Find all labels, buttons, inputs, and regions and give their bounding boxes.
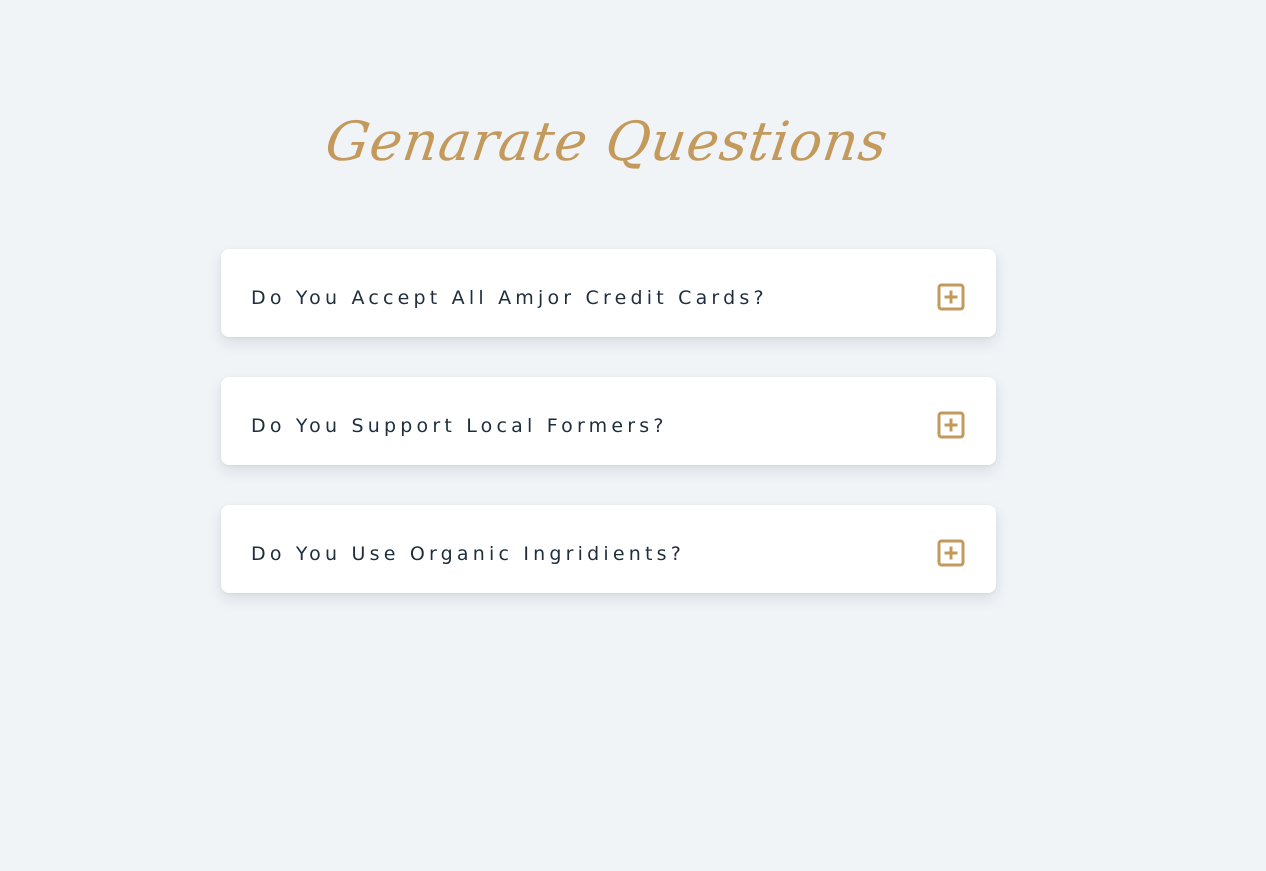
plus-square-icon[interactable] [937, 411, 965, 439]
faq-question: Do You Support Local Formers? [251, 415, 668, 437]
page-title: Genarate Questions [321, 110, 893, 173]
plus-square-icon[interactable] [937, 283, 965, 311]
plus-square-icon[interactable] [937, 539, 965, 567]
faq-question: Do You Accept All Amjor Credit Cards? [251, 287, 768, 309]
faq-item-organic-ingredients[interactable]: Do You Use Organic Ingridients? [221, 505, 996, 593]
faq-item-local-farmers[interactable]: Do You Support Local Formers? [221, 377, 996, 465]
faq-list: Do You Accept All Amjor Credit Cards? Do… [221, 249, 996, 633]
faq-question: Do You Use Organic Ingridients? [251, 543, 686, 565]
faq-item-credit-cards[interactable]: Do You Accept All Amjor Credit Cards? [221, 249, 996, 337]
faq-page: Genarate Questions Do You Accept All Amj… [0, 0, 1266, 871]
